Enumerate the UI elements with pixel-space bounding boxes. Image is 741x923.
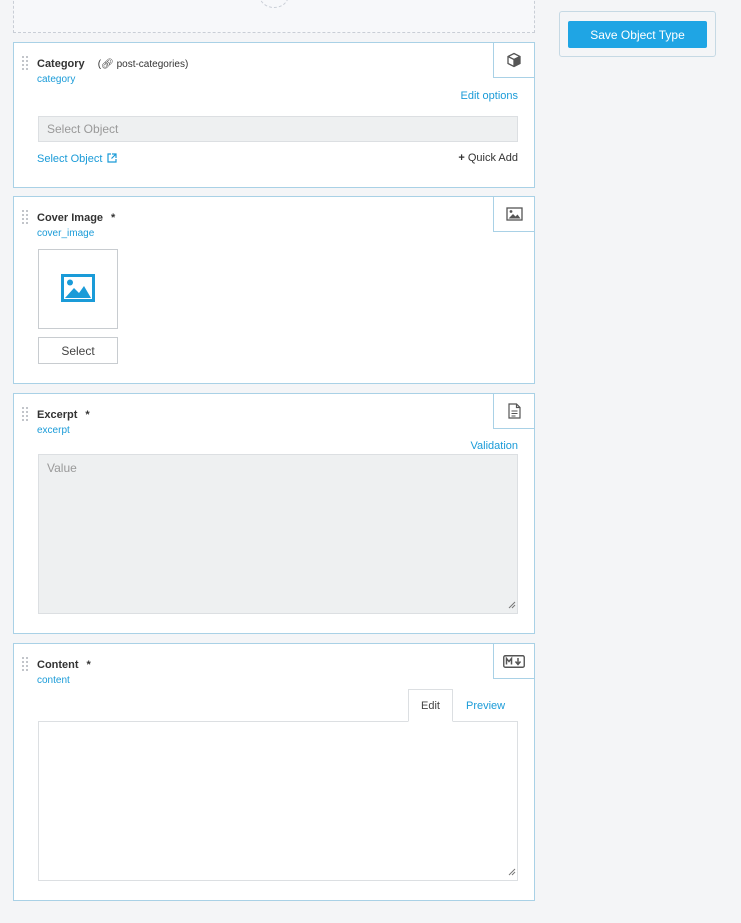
field-slug: category [37,74,76,85]
required-marker: * [111,212,116,224]
document-icon [493,393,535,429]
select-object-input[interactable]: Select Object [38,116,518,142]
select-object-link-text: Select Object [37,153,103,165]
markdown-icon [493,643,535,679]
field-slug: content [37,675,70,686]
field-excerpt: Excerpt * excerpt Validation Value [13,393,535,634]
required-marker: * [86,659,91,671]
field-category: Category (🔗︎ post-categories) category E… [13,42,535,188]
excerpt-textarea[interactable]: Value [38,454,518,614]
field-name: Cover Image [37,212,104,224]
field-slug: excerpt [37,425,70,436]
field-name: Category [37,58,85,70]
select-object-link[interactable]: Select Object [37,153,118,165]
resize-handle-icon[interactable] [508,867,516,879]
external-link-icon [105,153,118,165]
save-panel: Save Object Type [559,11,716,57]
excerpt-placeholder: Value [47,461,77,475]
relation-meta-text: post-categories [116,59,185,70]
field-content: Content * content Edit Preview [13,643,535,901]
field-label: Cover Image * [37,212,115,224]
field-slug: cover_image [37,228,95,239]
image-placeholder-icon [61,273,95,305]
field-label: Content * [37,659,91,671]
field-label: Excerpt * [37,409,90,421]
required-marker: * [85,409,90,421]
field-cover-image: Cover Image * cover_image Select [13,196,535,384]
field-label: Category (🔗︎ post-categories) [37,58,188,70]
drag-handle-icon[interactable] [22,657,30,672]
validation-link[interactable]: Validation [471,440,519,452]
image-icon [493,196,535,232]
content-textarea[interactable] [38,721,518,881]
field-name: Excerpt [37,409,78,421]
resize-handle-icon[interactable] [508,598,516,612]
select-image-button[interactable]: Select [38,337,118,364]
field-name: Content [37,659,79,671]
relation-meta: (🔗︎ post-categories) [97,59,189,70]
quick-add-button[interactable]: + Quick Add [458,152,518,164]
drag-handle-icon[interactable] [22,56,30,71]
save-object-type-button[interactable]: Save Object Type [568,21,707,48]
drop-zone [13,0,535,33]
quick-add-label: Quick Add [467,152,518,164]
edit-options-link[interactable]: Edit options [461,90,518,102]
drag-handle-icon[interactable] [22,407,30,422]
link-chain-icon: 🔗︎ [101,59,114,70]
plus-icon: + [458,152,465,164]
tab-preview[interactable]: Preview [466,700,505,712]
drop-zone-add-circle[interactable] [259,0,289,8]
image-preview-box[interactable] [38,249,118,329]
tab-edit[interactable]: Edit [408,689,453,722]
cube-icon [493,42,535,78]
drag-handle-icon[interactable] [22,210,30,225]
